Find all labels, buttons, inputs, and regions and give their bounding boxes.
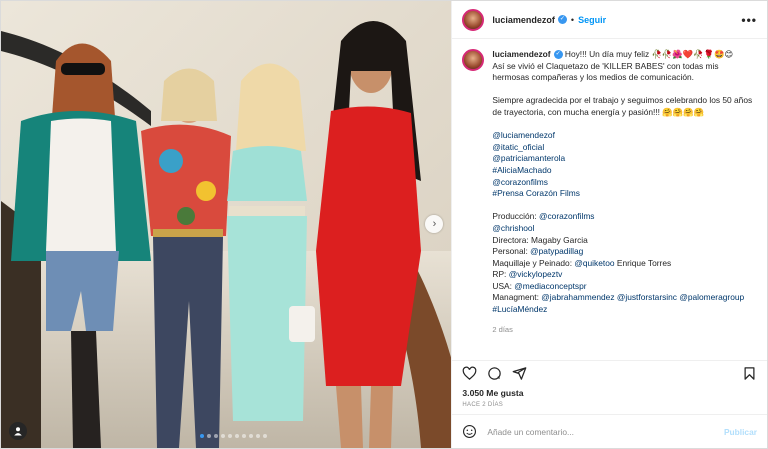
credit-line: Personal: @patypadillag [492,246,757,258]
heart-icon[interactable] [462,366,477,381]
post-sidebar: luciamendezof ✓ • Seguir ••• luciamendez… [451,1,767,448]
credit-link[interactable]: @mediaconceptspr [514,281,586,291]
caption-credits: Producción: @corazonfilms @chrishool Direc… [492,211,757,315]
caption-avatar[interactable] [462,49,485,71]
caption-row: luciamendezof ✓ Hoy!!! Un día muy feliz 🥀… [462,49,757,335]
comment-icon[interactable] [487,366,502,381]
emoji-icon[interactable] [462,424,477,439]
post-header: luciamendezof ✓ • Seguir ••• [452,1,767,39]
credit-link[interactable]: @corazonfilms [539,211,595,221]
carousel-dot [256,434,260,438]
caption-tag[interactable]: @luciamendezof [492,130,757,142]
caption-tag[interactable]: #AliciaMachado [492,165,757,177]
comment-input[interactable] [487,426,724,437]
credit-link[interactable]: #LucíaMéndez [492,304,547,314]
caption-tag[interactable]: @itatic_oficial [492,142,757,154]
share-icon[interactable] [512,366,527,381]
credit-line: RP: @vickylopeztv [492,269,757,281]
credit-label: Managment: [492,292,542,303]
caption-line-2: Así se vivió el Claquetazo de 'KILLER BA… [492,60,719,83]
credit-label: Personal: [492,246,531,257]
caption-username[interactable]: luciamendezof [492,49,550,59]
action-bar [452,360,767,386]
carousel-dot [221,434,225,438]
credit-link[interactable]: @quiketoo [574,258,614,268]
comments-area: luciamendezof ✓ Hoy!!! Un día muy feliz 🥀… [452,39,767,360]
header-username[interactable]: luciamendezof [492,15,555,25]
credit-link[interactable]: @chrishool [492,223,534,233]
caption: luciamendezof ✓ Hoy!!! Un día muy feliz 🥀… [492,49,757,335]
carousel-dot [263,434,267,438]
tag-user-icon[interactable] [9,422,27,440]
avatar[interactable] [462,8,485,31]
more-options-button[interactable]: ••• [741,13,757,27]
credit-label: Producción: [492,211,539,222]
credit-line: Managment: @jabrahammendez @justforstars… [492,292,757,304]
post-media[interactable]: › [1,1,452,448]
credit-line: USA: @mediaconceptspr [492,281,757,293]
verified-icon: ✓ [553,50,563,60]
carousel-dot [235,434,239,438]
caption-tag[interactable]: #Prensa Corazón Films [492,188,757,200]
caption-line-3: Siempre agradecida por el trabajo y segu… [492,95,753,117]
credit-line: @chrishool [492,223,757,235]
carousel-dot [249,434,253,438]
credit-line: #LucíaMéndez [492,304,757,316]
post-photo [1,1,452,448]
likes-count[interactable]: 3.050 Me gusta [452,386,767,398]
header-separator: • [570,14,575,25]
carousel-dot [207,434,211,438]
credit-label: RP: [492,269,509,280]
caption-tag[interactable]: @patriciamanterola [492,153,757,165]
carousel-dot [214,434,218,438]
carousel-indicator [200,434,267,438]
credit-label: Directora: Magaby Garcia [492,234,588,245]
caption-tags: @luciamendezof @itatic_oficial @patriciama… [492,130,757,200]
bookmark-icon[interactable] [742,366,757,381]
credit-line: Directora: Magaby Garcia [492,235,757,247]
caption-tag[interactable]: @corazonfilms [492,177,757,189]
credit-link[interactable]: @vickylopeztv [509,269,563,279]
carousel-dot [200,434,204,438]
credit-label: USA: [492,280,515,291]
caption-line-1: Hoy!!! Un día muy feliz 🥀🥀🌺❤️🥀🌹🤩😊 [564,49,734,59]
posted-time: HACE 2 DÍAS [462,402,504,408]
follow-button[interactable]: Seguir [578,15,606,25]
credit-suffix: Enrique Torres [614,257,672,268]
credit-link[interactable]: @patypadillag [530,246,583,256]
credit-line: Maquillaje y Peinado: @quiketoo Enrique … [492,258,757,270]
caption-age: 2 días [492,324,513,334]
carousel-dot [228,434,232,438]
credit-label: Maquillaje y Peinado: [492,257,575,268]
carousel-dot [242,434,246,438]
comment-box: Publicar [452,414,767,448]
publish-button[interactable]: Publicar [724,427,757,437]
verified-icon: ✓ [557,15,567,24]
credit-line: Producción: @corazonfilms [492,211,757,223]
credit-link[interactable]: @jabrahammendez @justforstarsinc @palome… [541,292,744,302]
instagram-post: › luciamendezof ✓ • Seguir ••• luciamend… [0,0,768,449]
